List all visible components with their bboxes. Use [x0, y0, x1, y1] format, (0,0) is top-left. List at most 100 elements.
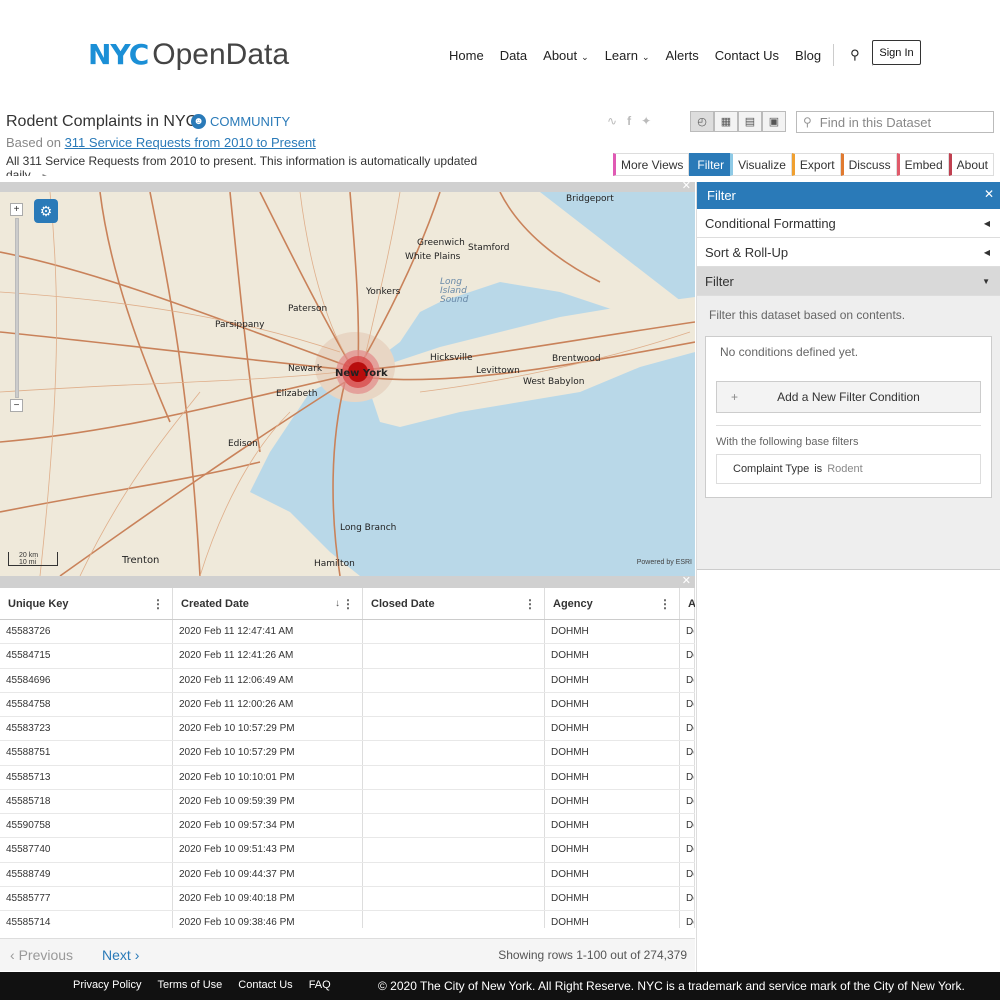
sort-desc-icon[interactable]: ↓ [335, 598, 340, 609]
footer-link-privacy[interactable]: Privacy Policy [73, 979, 141, 991]
close-icon[interactable]: ✕ [682, 179, 691, 192]
filter-intro: Filter this dataset based on contents. [709, 308, 906, 322]
cell-unique-key: 45583723 [0, 717, 173, 741]
filter-body: Filter this dataset based on contents. N… [697, 296, 1000, 570]
column-menu-icon[interactable]: ⋮ [152, 597, 164, 611]
cell-created-date: 2020 Feb 10 10:57:29 PM [173, 741, 363, 765]
nav-contact[interactable]: Contact Us [715, 48, 779, 63]
panel-header: Filter ✕ [697, 182, 1000, 209]
history-view-icon[interactable]: ◴ [690, 111, 714, 132]
nav-blog[interactable]: Blog [795, 48, 821, 63]
scale-km: 20 km [19, 552, 39, 559]
nav-alerts[interactable]: Alerts [665, 48, 698, 63]
cell-created-date: 2020 Feb 10 09:38:46 PM [173, 911, 363, 928]
parent-dataset-link[interactable]: 311 Service Requests from 2010 to Presen… [65, 135, 316, 150]
map-label: Paterson [288, 304, 328, 314]
tab-discuss[interactable]: Discuss [840, 153, 897, 176]
map-scale: 20 km 10 mi [8, 552, 58, 566]
previous-button[interactable]: ‹ Previous [10, 947, 73, 963]
cell-truncated: De [680, 620, 695, 644]
table-row[interactable]: 455846962020 Feb 11 12:06:49 AM DOHMHDe [0, 668, 695, 693]
table-row[interactable]: 455837232020 Feb 10 10:57:29 PM DOHMHDe [0, 717, 695, 742]
column-header-agency[interactable]: Agency ⋮ [545, 588, 680, 619]
nav-learn[interactable]: Learn ⌄ [605, 48, 650, 63]
table-row[interactable]: 455857182020 Feb 10 09:59:39 PM DOHMHDe [0, 789, 695, 814]
table-row[interactable]: 455887512020 Feb 10 10:57:29 PM DOHMHDe [0, 741, 695, 766]
rss-icon[interactable]: ∿ [607, 114, 617, 128]
column-menu-icon[interactable]: ⋮ [524, 597, 536, 611]
close-icon[interactable]: ✕ [682, 574, 691, 587]
previous-label: Previous [18, 947, 74, 963]
cell-unique-key: 45583726 [0, 620, 173, 644]
column-header-created-date[interactable]: Created Date ↓ ⋮ [173, 588, 363, 619]
search-icon[interactable]: ⚲ [850, 47, 860, 63]
table-row[interactable]: 455857772020 Feb 10 09:40:18 PM DOHMHDe [0, 886, 695, 911]
add-filter-label: Add a New Filter Condition [777, 390, 920, 404]
nyc-opendata-logo[interactable]: NYC OpenData [88, 38, 289, 72]
view-switcher: ◴ ▦ ▤ ▣ [690, 111, 786, 132]
twitter-icon[interactable]: ✦ [641, 114, 651, 128]
column-header-closed-date[interactable]: Closed Date ⋮ [363, 588, 545, 619]
section-sort-rollup[interactable]: Sort & Roll-Up ◀ [697, 238, 1000, 267]
cell-truncated: De [680, 692, 695, 716]
map-label: Stamford [468, 243, 510, 253]
zoom-slider[interactable] [15, 218, 19, 398]
description-text: All 311 Service Requests from 2010 to pr… [6, 154, 478, 176]
footer-link-faq[interactable]: FAQ [309, 979, 331, 991]
column-menu-icon[interactable]: ⋮ [342, 597, 354, 611]
list-view-icon[interactable]: ▤ [738, 111, 762, 132]
facebook-icon[interactable]: f [627, 114, 631, 128]
nav-data[interactable]: Data [500, 48, 527, 63]
search-icon: ⚲ [803, 115, 812, 129]
zoom-out-button[interactable]: − [10, 399, 23, 412]
table-row[interactable]: 455907582020 Feb 10 09:57:34 PM DOHMHDe [0, 814, 695, 839]
cell-truncated: De [680, 644, 695, 668]
table-row[interactable]: 455857142020 Feb 10 09:38:46 PM DOHMHDe [0, 911, 695, 928]
table-row[interactable]: 455857132020 Feb 10 10:10:01 PM DOHMHDe [0, 765, 695, 790]
table-view-icon[interactable]: ▦ [714, 111, 738, 132]
pagination: ‹ Previous Next › Showing rows 1-100 out… [0, 938, 695, 971]
column-header-unique-key[interactable]: Unique Key ⋮ [0, 588, 173, 619]
map-label: Brentwood [552, 354, 601, 364]
table-pane-bar[interactable]: ✕ [0, 574, 695, 588]
close-icon[interactable]: ✕ [984, 187, 994, 201]
map-view[interactable]: + − ⚙ Bridgeport Greenwich Stamford Whit… [0, 192, 695, 576]
table-row[interactable]: 455847582020 Feb 11 12:00:26 AM DOHMHDe [0, 692, 695, 717]
tab-visualize[interactable]: Visualize [730, 153, 792, 176]
cell-agency: DOHMH [545, 838, 680, 862]
footer-link-contact[interactable]: Contact Us [238, 979, 292, 991]
nav-home[interactable]: Home [449, 48, 484, 63]
dataset-search-input[interactable]: ⚲ Find in this Dataset [796, 111, 994, 133]
map-layers-icon[interactable]: ⚙ [34, 199, 58, 223]
section-conditional-formatting[interactable]: Conditional Formatting ◀ [697, 209, 1000, 238]
tab-filter[interactable]: Filter [689, 153, 731, 176]
map-pane-bar[interactable]: ✕ [0, 179, 695, 192]
data-table: Unique Key ⋮ Created Date ↓ ⋮ Closed Dat… [0, 588, 695, 928]
map-label: Long Island Sound [440, 277, 469, 305]
sign-in-button[interactable]: Sign In [872, 40, 921, 65]
table-row[interactable]: 455877402020 Feb 10 09:51:43 PM DOHMHDe [0, 838, 695, 863]
zoom-in-button[interactable]: + [10, 203, 23, 216]
table-row[interactable]: 455837262020 Feb 11 12:47:41 AM DOHMHDe [0, 620, 695, 645]
map-label: Bridgeport [566, 194, 614, 204]
tab-export[interactable]: Export [791, 153, 841, 176]
column-header-truncated[interactable]: A [680, 588, 695, 619]
cell-closed-date [363, 911, 545, 928]
add-filter-condition-button[interactable]: + Add a New Filter Condition [716, 381, 981, 413]
footer-link-terms[interactable]: Terms of Use [157, 979, 222, 991]
tab-embed[interactable]: Embed [896, 153, 949, 176]
nav-about[interactable]: About ⌄ [543, 48, 589, 63]
tab-more-views[interactable]: More Views [612, 153, 690, 176]
column-menu-icon[interactable]: ⋮ [659, 597, 671, 611]
cell-unique-key: 45585713 [0, 765, 173, 789]
table-row[interactable]: 455887492020 Feb 10 09:44:37 PM DOHMHDe [0, 862, 695, 887]
table-row[interactable]: 455847152020 Feb 11 12:41:26 AM DOHMHDe [0, 644, 695, 669]
section-filter[interactable]: Filter ▼ [697, 267, 1000, 296]
next-button[interactable]: Next › [102, 947, 139, 963]
cell-created-date: 2020 Feb 11 12:06:49 AM [173, 668, 363, 692]
expand-arrow-icon[interactable]: ▶ [42, 172, 48, 176]
tab-about[interactable]: About [948, 153, 994, 176]
filter-conditions-box: No conditions defined yet. + Add a New F… [705, 336, 992, 498]
community-badge[interactable]: ☻ COMMUNITY [191, 114, 290, 129]
page-view-icon[interactable]: ▣ [762, 111, 786, 132]
